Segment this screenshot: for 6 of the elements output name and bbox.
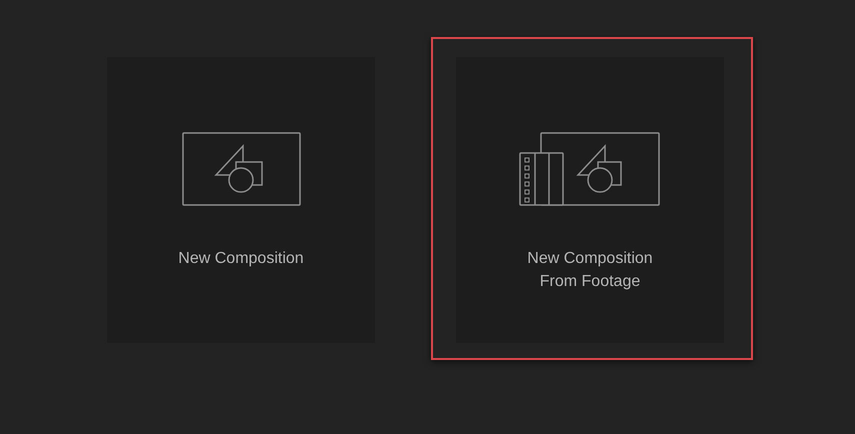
card-label: New Composition (178, 249, 304, 269)
composition-icon (182, 132, 300, 207)
new-composition-card[interactable]: New Composition From Footage (456, 57, 724, 343)
composition-with-film-strip-icon (519, 132, 661, 207)
new-composition-card[interactable]: New Composition (107, 57, 375, 343)
card-label: New Composition From Footage (527, 249, 653, 292)
